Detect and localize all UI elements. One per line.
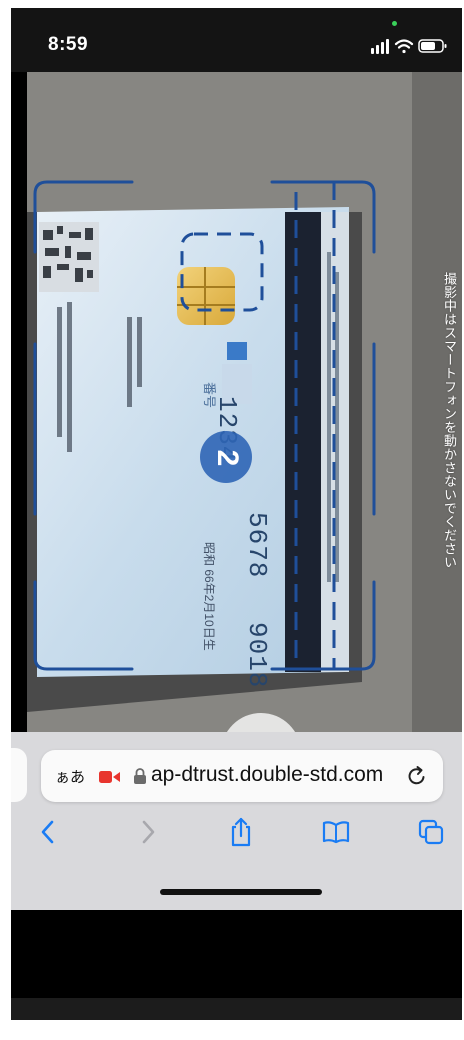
clock: 8:59 bbox=[48, 34, 89, 55]
scan-guide-overlay bbox=[33, 180, 376, 671]
bookmarks-button[interactable] bbox=[316, 812, 356, 852]
camera-preview: 番号 昭和 66年2月10日生 1234 5678 9018 2 撮影中はスマー… bbox=[27, 72, 462, 732]
page-margin bbox=[0, 1020, 464, 1040]
camera-in-use-indicator bbox=[392, 21, 397, 26]
share-button[interactable] bbox=[221, 812, 261, 852]
url-text: ap-dtrust.double-std.com bbox=[151, 763, 384, 786]
wifi-icon bbox=[394, 39, 414, 54]
home-indicator[interactable] bbox=[160, 889, 322, 895]
browser-toolbar: ぁあ ap-dtrust.double-std.com bbox=[11, 732, 462, 910]
share-icon bbox=[231, 817, 251, 847]
previous-tab-peek[interactable] bbox=[11, 748, 27, 802]
camera-recording-icon bbox=[99, 771, 120, 783]
scan-frame bbox=[33, 180, 376, 671]
reload-icon[interactable] bbox=[405, 764, 429, 788]
hold-still-instruction: 撮影中はスマートフォンを動かさないでください bbox=[442, 272, 457, 569]
back-button[interactable] bbox=[28, 812, 68, 852]
step-badge-number: 2 bbox=[211, 449, 244, 467]
page-settings-button[interactable]: ぁあ bbox=[55, 766, 85, 787]
tabs-button[interactable] bbox=[411, 812, 451, 852]
address-bar[interactable]: ぁあ ap-dtrust.double-std.com bbox=[41, 750, 443, 802]
bookmarks-icon bbox=[322, 821, 350, 844]
forward-button[interactable] bbox=[128, 812, 168, 852]
status-bar: 8:59 bbox=[11, 8, 462, 72]
battery-icon bbox=[418, 39, 447, 53]
chip-target-box bbox=[180, 232, 264, 312]
forward-icon bbox=[142, 820, 155, 844]
tabs-icon bbox=[418, 819, 444, 845]
phone-screen: 8:59 番号 昭和 66年2月10日生 1234 5678 9018 2 撮影… bbox=[11, 8, 462, 998]
lock-icon bbox=[134, 768, 146, 784]
signal-icon bbox=[371, 39, 389, 54]
status-icons bbox=[371, 39, 447, 54]
back-icon bbox=[41, 820, 54, 844]
